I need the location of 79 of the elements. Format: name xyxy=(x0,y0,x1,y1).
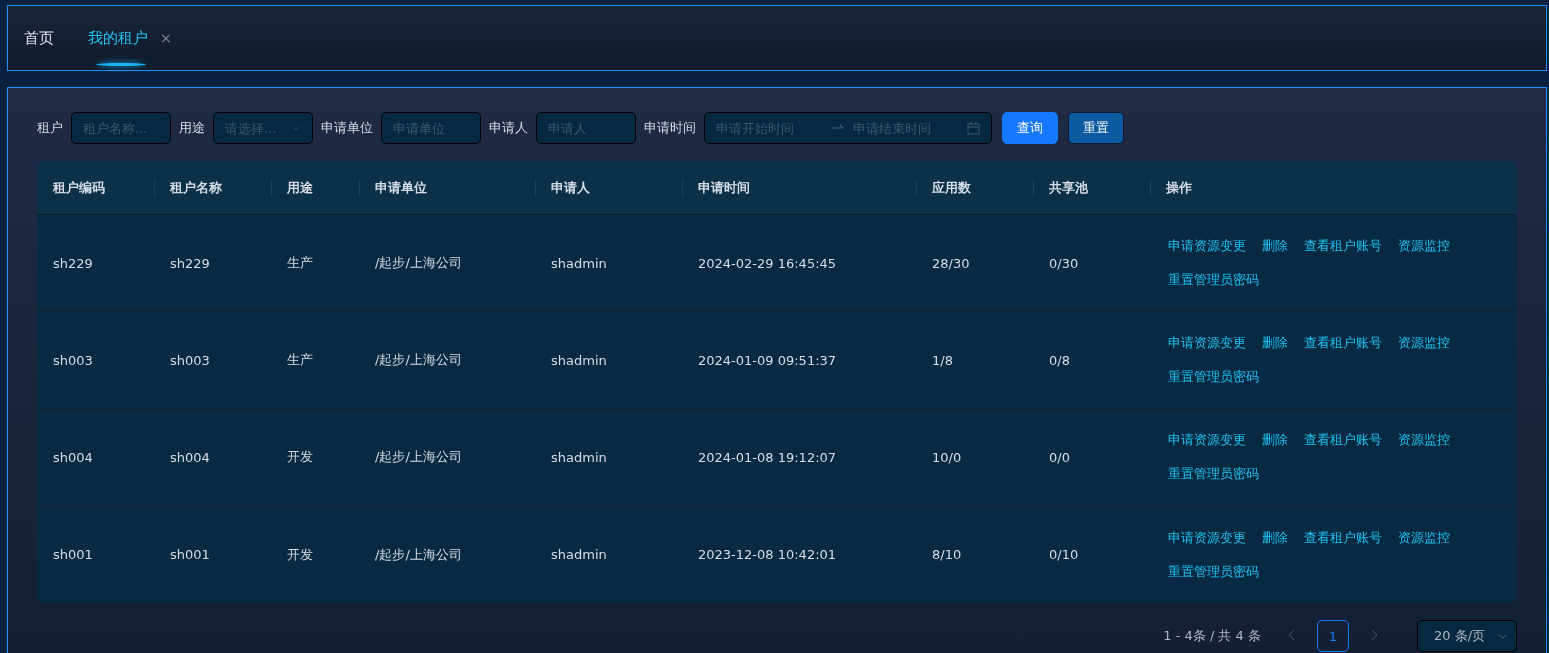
chevron-left-icon xyxy=(1288,629,1296,641)
action-link[interactable]: 重置管理员密码 xyxy=(1168,368,1259,386)
table-cell-text: shadmin xyxy=(550,546,608,564)
action-link[interactable]: 申请资源变更 xyxy=(1168,528,1246,547)
table-cell-text: 2024-01-09 09:51:37 xyxy=(697,351,838,370)
table-cell-text: 8/10 xyxy=(931,546,963,564)
action-link[interactable]: 删除 xyxy=(1262,528,1288,547)
column-header: 租户编码 xyxy=(52,179,106,197)
column-header: 租户名称 xyxy=(154,179,271,197)
action-link[interactable]: 资源监控 xyxy=(1398,431,1450,449)
column-header: 应用数 xyxy=(916,179,1033,197)
action-link[interactable]: 资源监控 xyxy=(1398,334,1450,352)
table-cell-text: 0/0 xyxy=(1048,448,1071,467)
table-cell-text: /起步/上海公司 xyxy=(374,351,463,369)
table-cell-text: sh001 xyxy=(52,546,94,564)
filter-label: 用途 xyxy=(179,119,205,137)
table-cell-text: 28/30 xyxy=(931,254,971,273)
table-cell-text: 0/30 xyxy=(1048,254,1080,273)
table-cell-text: sh003 xyxy=(52,351,94,370)
action-link[interactable]: 删除 xyxy=(1262,431,1288,449)
column-header: 共享池 xyxy=(1033,179,1150,197)
action-link[interactable]: 重置管理员密码 xyxy=(1168,271,1259,289)
reset-button[interactable]: 重置 xyxy=(1068,112,1124,144)
table-cell-text: /起步/上海公司 xyxy=(374,448,463,466)
action-link[interactable]: 删除 xyxy=(1262,237,1288,255)
table-cell-text: sh229 xyxy=(169,254,211,273)
action-link[interactable]: 查看租户账号 xyxy=(1304,431,1382,449)
action-link[interactable]: 资源监控 xyxy=(1398,237,1450,255)
column-header: 操作 xyxy=(1150,179,1517,197)
tab[interactable]: 我的租户 × xyxy=(88,22,172,54)
action-link[interactable]: 申请资源变更 xyxy=(1168,334,1246,352)
table-cell-text: /起步/上海公司 xyxy=(374,545,463,564)
filter-label: 申请人 xyxy=(489,119,528,137)
page-button[interactable]: 1 xyxy=(1317,620,1349,652)
action-link[interactable]: 查看租户账号 xyxy=(1304,237,1382,255)
table-cell-text: shadmin xyxy=(550,254,608,273)
filter-label: 申请时间 xyxy=(644,119,696,137)
active-tab-indicator xyxy=(96,62,146,66)
action-link[interactable]: 重置管理员密码 xyxy=(1168,465,1259,483)
close-icon[interactable]: × xyxy=(160,30,172,46)
action-link[interactable]: 资源监控 xyxy=(1398,528,1450,547)
column-header: 用途 xyxy=(271,179,359,197)
table-cell-text: shadmin xyxy=(550,448,608,467)
chevron-right-icon xyxy=(1370,629,1378,641)
table-cell-text: shadmin xyxy=(550,351,608,370)
page-size-select[interactable]: 20 条/页 xyxy=(1417,620,1517,652)
table-cell-text: sh004 xyxy=(52,448,94,467)
filter-label: 租户 xyxy=(37,119,63,137)
table-cell-text: /起步/上海公司 xyxy=(374,254,463,272)
table-cell-text: sh001 xyxy=(169,546,211,564)
action-link[interactable]: 查看租户账号 xyxy=(1304,334,1382,352)
action-link[interactable]: 申请资源变更 xyxy=(1168,237,1246,255)
filter-label: 申请单位 xyxy=(321,119,373,137)
action-link[interactable]: 重置管理员密码 xyxy=(1168,562,1259,581)
search-button[interactable]: 查询 xyxy=(1002,112,1058,144)
arrow-right-icon xyxy=(830,124,845,132)
table-cell-text: 0/8 xyxy=(1048,351,1071,370)
action-link[interactable]: 申请资源变更 xyxy=(1168,431,1246,449)
table-cell-text: 2023-12-08 10:42:01 xyxy=(697,546,838,564)
table-cell-text: sh004 xyxy=(169,448,211,467)
action-link[interactable]: 删除 xyxy=(1262,334,1288,352)
column-header: 申请时间 xyxy=(682,179,916,197)
tab[interactable]: 首页 xyxy=(24,22,54,54)
table-cell-text: 1/8 xyxy=(931,351,954,370)
table-cell-text: 开发 xyxy=(286,448,314,466)
table-cell-text: 0/10 xyxy=(1048,546,1080,564)
table-cell-text: 生产 xyxy=(286,351,314,369)
table-cell-text: 生产 xyxy=(286,254,314,272)
pagination-summary: 1 - 4条 / 共 4 条 xyxy=(1163,627,1261,645)
table-cell-text: 10/0 xyxy=(931,448,963,467)
column-header: 申请人 xyxy=(535,179,682,197)
column-header: 申请单位 xyxy=(359,179,535,197)
calendar-icon xyxy=(967,121,980,135)
table-cell-text: 开发 xyxy=(286,545,314,564)
action-link[interactable]: 查看租户账号 xyxy=(1304,528,1382,547)
table-cell-text: 2024-02-29 16:45:45 xyxy=(697,254,838,273)
table-cell-text: sh003 xyxy=(169,351,211,370)
table-cell-text: 2024-01-08 19:12:07 xyxy=(697,448,838,467)
table-cell-text: sh229 xyxy=(52,254,94,273)
